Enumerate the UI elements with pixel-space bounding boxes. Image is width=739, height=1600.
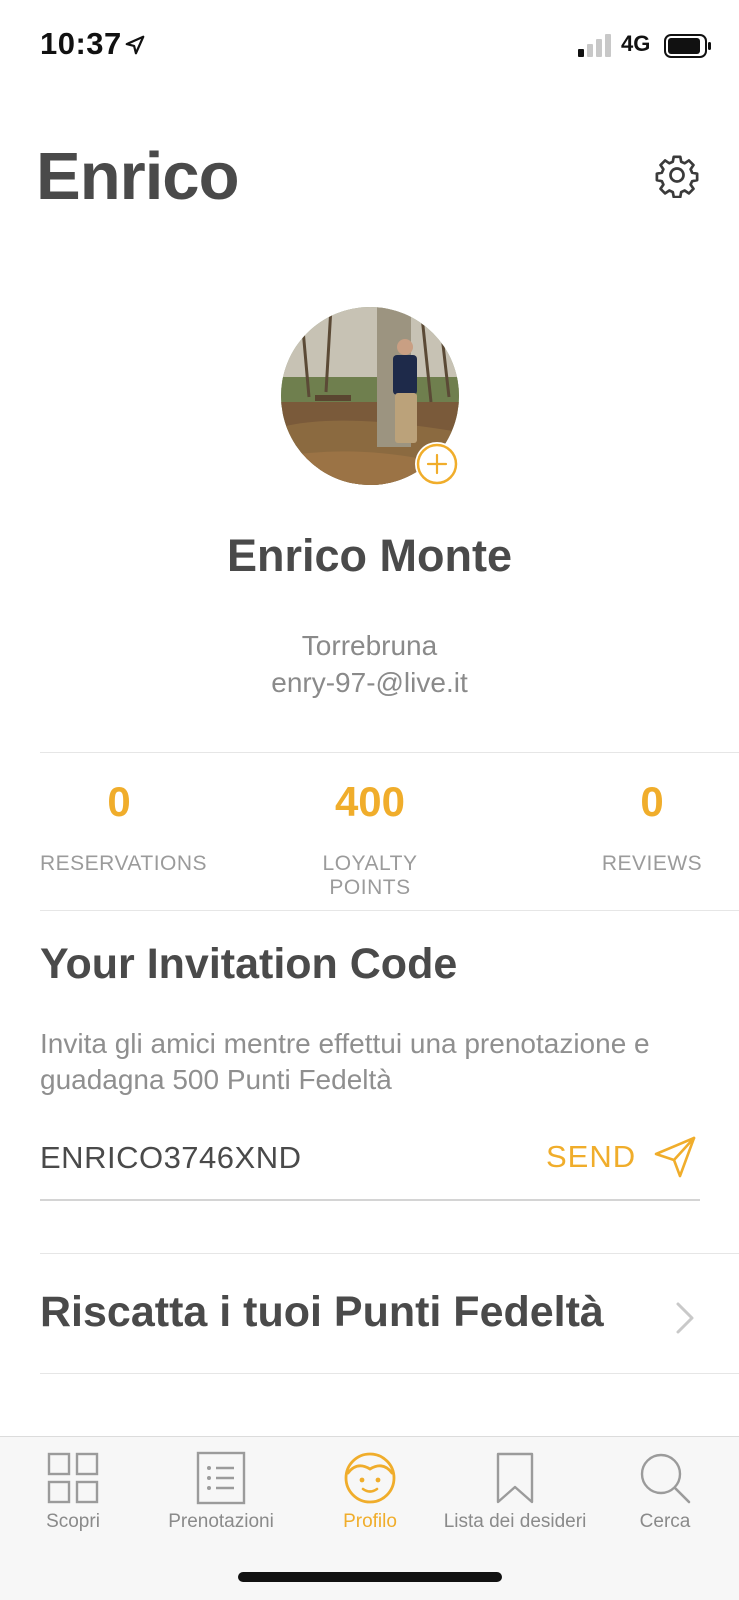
tab-label: Scopri — [46, 1511, 100, 1532]
gear-icon[interactable] — [654, 152, 700, 198]
status-bar: 10:37 4G — [0, 0, 739, 92]
search-icon — [640, 1453, 691, 1504]
tab-label: Prenotazioni — [168, 1511, 274, 1532]
stat-label: RESERVATIONS — [40, 852, 208, 875]
stat-reviews[interactable]: 0 REVIEWS — [598, 778, 706, 876]
tab-lista-desideri[interactable]: Lista dei desideri — [440, 1451, 590, 1533]
paper-plane-icon — [654, 1136, 696, 1178]
invitation-description: Invita gli amici mentre effettui una pre… — [40, 1028, 650, 1095]
network-type: 4G — [621, 31, 651, 56]
stat-value: 0 — [107, 778, 131, 825]
stat-value: 0 — [640, 778, 664, 825]
invitation-title: Your Invitation Code — [40, 940, 458, 988]
add-photo-icon[interactable] — [415, 442, 459, 486]
tab-label: Lista dei desideri — [443, 1511, 587, 1532]
divider — [40, 752, 739, 753]
stat-loyalty-points[interactable]: 400 LOYALTY POINTS — [281, 778, 459, 900]
divider — [40, 910, 739, 911]
face-icon — [344, 1452, 396, 1504]
tab-scopri[interactable]: Scopri — [30, 1451, 116, 1533]
send-label: SEND — [546, 1139, 637, 1174]
grid-icon — [47, 1452, 99, 1504]
page-title: Enrico — [36, 139, 239, 214]
tab-cerca[interactable]: Cerca — [620, 1451, 710, 1533]
send-button[interactable]: SEND — [546, 1133, 698, 1181]
redeem-points-row[interactable]: Riscatta i tuoi Punti Fedeltà — [40, 1256, 739, 1374]
chevron-right-icon — [676, 1302, 694, 1334]
divider — [40, 1373, 739, 1374]
stat-label: LOYALTY POINTS — [322, 852, 418, 899]
profile-city: Torrebruna — [301, 630, 438, 661]
tab-label: Profilo — [343, 1511, 397, 1532]
list-icon — [196, 1451, 246, 1505]
profile-email: enry-97-@live.it — [271, 667, 468, 698]
status-time: 10:37 — [40, 26, 122, 61]
bookmark-icon — [496, 1452, 534, 1504]
divider — [40, 1253, 739, 1254]
avatar-container — [281, 307, 459, 486]
profile-screen: 10:37 4G Enrico Enrico Monte Torrebruna … — [0, 0, 739, 1600]
tab-profilo[interactable]: Profilo — [318, 1451, 422, 1533]
battery-icon — [664, 34, 711, 58]
redeem-label: Riscatta i tuoi Punti Fedeltà — [40, 1288, 604, 1336]
invitation-code[interactable]: ENRICO3746XND — [40, 1140, 301, 1176]
stat-value: 400 — [334, 778, 406, 825]
tab-label: Cerca — [639, 1511, 691, 1532]
location-arrow-icon — [125, 35, 145, 55]
signal-icon — [578, 34, 611, 57]
profile-name: Enrico Monte — [226, 530, 512, 581]
stat-reservations[interactable]: 0 RESERVATIONS — [40, 778, 208, 876]
home-indicator[interactable] — [238, 1572, 502, 1582]
code-underline — [40, 1199, 700, 1201]
stat-label: REVIEWS — [601, 852, 703, 875]
tab-prenotazioni[interactable]: Prenotazioni — [156, 1451, 286, 1533]
